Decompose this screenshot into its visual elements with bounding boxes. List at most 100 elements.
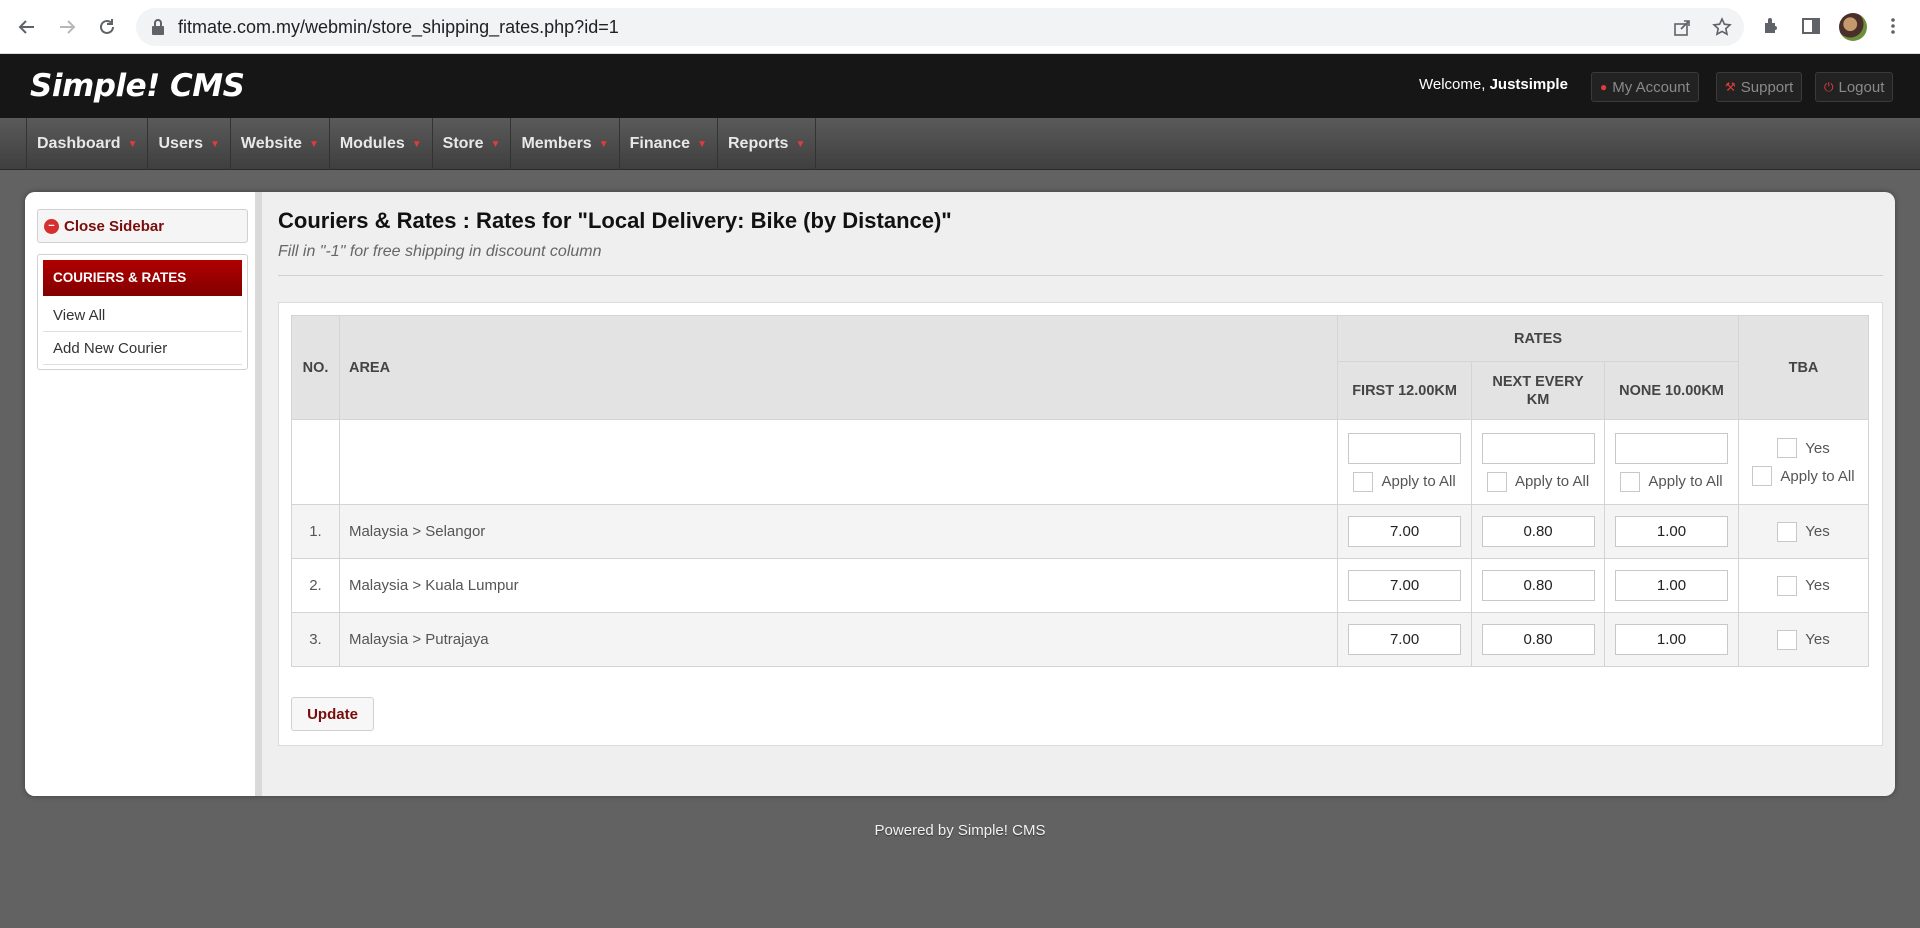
header-no: NO. — [291, 315, 340, 420]
close-sidebar-button[interactable]: − Close Sidebar — [37, 209, 248, 243]
chevron-down-icon: ▼ — [795, 138, 806, 150]
table-row: 3. Malaysia > Putrajaya 7.00 0.80 1.00 Y… — [291, 612, 1869, 667]
user-icon: ● — [1600, 80, 1608, 94]
empty-cell — [338, 419, 1339, 505]
menu-dashboard[interactable]: Dashboard ▼ — [27, 118, 149, 170]
logout-label: Logout — [1838, 78, 1885, 96]
menu-label: Reports — [727, 135, 789, 152]
chevron-down-icon: ▼ — [209, 138, 220, 150]
menu-label: Store — [442, 135, 484, 152]
share-icon[interactable] — [1672, 17, 1692, 37]
forward-icon[interactable] — [52, 12, 82, 42]
apply-to-all-label: Apply to All — [1648, 473, 1723, 490]
page-subtitle: Fill in "-1" for free shipping in discou… — [278, 243, 602, 260]
profile-avatar[interactable] — [1839, 13, 1867, 41]
main-menu: Dashboard ▼ Users ▼ Website ▼ Modules ▼ Stor… — [0, 118, 1920, 170]
logout-button[interactable]: ⏻ Logout — [1815, 72, 1894, 102]
none-rate-input[interactable]: 1.00 — [1615, 624, 1729, 655]
tba-yes-checkbox[interactable] — [1777, 438, 1798, 458]
url-text: fitmate.com.my/webmin/store_shipping_rat… — [178, 17, 619, 37]
chevron-down-icon: ▼ — [598, 138, 609, 150]
side-panel-icon[interactable] — [1800, 15, 1822, 37]
bookmark-star-icon[interactable] — [1712, 17, 1732, 37]
username: Justsimple — [1489, 76, 1568, 93]
close-sidebar-label: Close Sidebar — [64, 217, 165, 235]
power-icon: ⏻ — [1824, 79, 1834, 94]
divider — [278, 275, 1883, 276]
cms-logo[interactable]: Simple! CMS — [30, 68, 245, 104]
sidebar-item-add-new-courier[interactable]: Add New Courier — [43, 332, 242, 365]
rates-table: NO. AREA RATES TBA FIRST 12.00KM NEXT EV… — [291, 315, 1869, 667]
menu-label: Members — [521, 135, 592, 152]
more-menu-icon[interactable] — [1882, 15, 1904, 37]
next-rate-input[interactable]: 0.80 — [1481, 570, 1595, 601]
apply-first-input[interactable] — [1348, 432, 1462, 464]
first-rate-input[interactable]: 7.00 — [1348, 516, 1462, 547]
apply-none-checkbox[interactable] — [1620, 471, 1641, 492]
menu-website[interactable]: Website ▼ — [231, 118, 330, 170]
apply-tba-checkbox[interactable] — [1752, 466, 1773, 486]
header-tba: TBA — [1738, 315, 1869, 420]
apply-to-all-label: Apply to All — [1381, 473, 1456, 490]
cms-header: Simple! CMS Welcome, Justsimple ● My Acco… — [0, 54, 1920, 118]
none-rate-input[interactable]: 1.00 — [1615, 516, 1729, 547]
yes-label: Yes — [1805, 631, 1830, 648]
rates-panel: NO. AREA RATES TBA FIRST 12.00KM NEXT EV… — [278, 302, 1883, 746]
row-area: Malaysia > Selangor — [338, 504, 1339, 559]
menu-reports[interactable]: Reports ▼ — [718, 118, 817, 170]
apply-next-checkbox[interactable] — [1486, 471, 1507, 492]
menu-label: Modules — [339, 135, 405, 152]
header-none: NONE 10.00KM — [1604, 361, 1739, 420]
sidebar-item-view-all[interactable]: View All — [43, 299, 242, 332]
tba-checkbox[interactable] — [1777, 575, 1798, 596]
none-rate-input[interactable]: 1.00 — [1615, 570, 1729, 601]
welcome-text: Welcome, Justsimple — [1419, 76, 1568, 93]
empty-cell — [291, 419, 340, 505]
apply-next-input[interactable] — [1481, 432, 1595, 464]
chevron-down-icon: ▼ — [127, 138, 138, 150]
tba-checkbox[interactable] — [1777, 629, 1798, 650]
apply-first-checkbox[interactable] — [1353, 471, 1374, 492]
browser-toolbar: fitmate.com.my/webmin/store_shipping_rat… — [0, 0, 1920, 54]
row-number: 3. — [291, 612, 340, 667]
menu-store[interactable]: Store ▼ — [433, 118, 512, 170]
apply-first-cell: Apply to All — [1337, 419, 1473, 505]
reload-icon[interactable] — [92, 12, 122, 42]
address-bar[interactable]: fitmate.com.my/webmin/store_shipping_rat… — [136, 8, 1744, 46]
menu-label: Users — [158, 135, 203, 152]
page-title: Couriers & Rates : Rates for "Local Deli… — [278, 208, 952, 233]
header-area: AREA — [338, 315, 1339, 420]
support-button[interactable]: ⚒ Support — [1716, 72, 1803, 102]
chevron-down-icon: ▼ — [697, 138, 707, 150]
menu-label: Dashboard — [37, 135, 121, 152]
first-rate-input[interactable]: 7.00 — [1348, 570, 1462, 601]
close-icon: − — [44, 218, 59, 234]
row-number: 2. — [291, 558, 340, 613]
next-rate-input[interactable]: 0.80 — [1481, 624, 1595, 655]
my-account-button[interactable]: ● My Account — [1591, 72, 1699, 102]
apply-none-cell: Apply to All — [1604, 419, 1739, 505]
menu-finance[interactable]: Finance ▼ — [620, 118, 718, 170]
next-rate-input[interactable]: 0.80 — [1481, 516, 1595, 547]
menu-users[interactable]: Users ▼ — [148, 118, 231, 170]
update-button[interactable]: Update — [291, 697, 374, 731]
extensions-icon[interactable] — [1760, 15, 1782, 37]
main-card: − Close Sidebar COURIERS & RATES View Al… — [25, 192, 1895, 796]
sidebar-panel: COURIERS & RATES View All Add New Courie… — [37, 254, 248, 370]
apply-none-input[interactable] — [1615, 432, 1729, 464]
sidebar: − Close Sidebar COURIERS & RATES View Al… — [25, 192, 262, 796]
first-rate-input[interactable]: 7.00 — [1348, 624, 1462, 655]
menu-modules[interactable]: Modules ▼ — [330, 118, 433, 170]
support-label: Support — [1740, 78, 1794, 96]
lock-icon — [152, 19, 164, 35]
yes-label: Yes — [1805, 439, 1830, 457]
chevron-down-icon: ▼ — [411, 138, 422, 150]
tba-checkbox[interactable] — [1777, 521, 1798, 542]
welcome-prefix: Welcome, — [1419, 76, 1490, 93]
chevron-down-icon: ▼ — [308, 138, 319, 150]
menu-members[interactable]: Members ▼ — [511, 118, 620, 170]
apply-tba-cell: Yes Apply to All — [1738, 419, 1869, 505]
back-icon[interactable] — [12, 12, 42, 42]
chevron-down-icon: ▼ — [490, 138, 501, 150]
apply-to-all-label: Apply to All — [1780, 467, 1855, 485]
